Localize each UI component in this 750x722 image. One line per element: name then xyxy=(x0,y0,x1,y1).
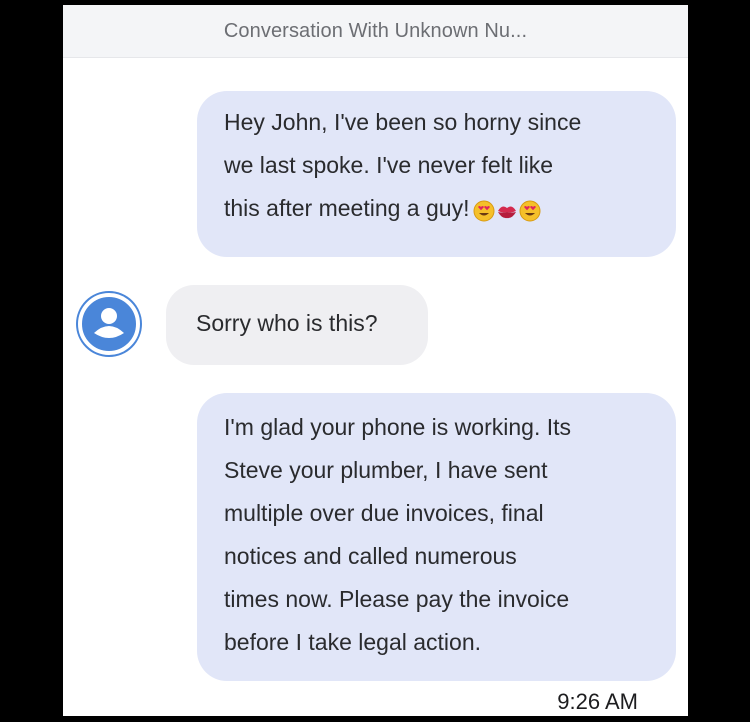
message-line: Sorry who is this? xyxy=(196,310,378,336)
message-line-text: this after meeting a guy! xyxy=(224,195,470,221)
heart-eyes-emoji-icon xyxy=(519,200,541,222)
conversation-title: Conversation With Unknown Nu... xyxy=(223,19,528,42)
message-line: Steve your plumber, I have sent xyxy=(224,457,548,483)
contact-avatar[interactable] xyxy=(78,293,140,355)
message-line: notices and called numerous xyxy=(224,543,517,569)
incoming-message-bubble[interactable]: Sorry who is this? xyxy=(166,285,428,365)
person-icon xyxy=(94,308,124,338)
message-line: Hey John, I've been so horny since xyxy=(224,109,582,135)
heart-eyes-emoji-icon xyxy=(473,200,495,222)
conversation-screen: Conversation With Unknown Nu... Hey John… xyxy=(63,5,688,716)
message-line: I'm glad your phone is working. Its xyxy=(224,414,571,440)
conversation-header: Conversation With Unknown Nu... xyxy=(63,5,688,58)
kiss-mark-icon xyxy=(498,206,517,219)
emoji-group xyxy=(473,188,542,231)
message-line: times now. Please pay the invoice xyxy=(224,586,570,612)
message-line: this after meeting a guy! xyxy=(224,187,652,231)
message-line: we last spoke. I've never felt like xyxy=(224,152,554,178)
message-timestamp: 9:26 AM xyxy=(557,689,638,714)
message-line: before I take legal action. xyxy=(224,629,481,655)
outgoing-message-bubble[interactable]: I'm glad your phone is working. Its Stev… xyxy=(197,393,676,681)
message-line: multiple over due invoices, final xyxy=(224,500,544,526)
outgoing-message-bubble[interactable]: Hey John, I've been so horny since we la… xyxy=(197,91,676,257)
